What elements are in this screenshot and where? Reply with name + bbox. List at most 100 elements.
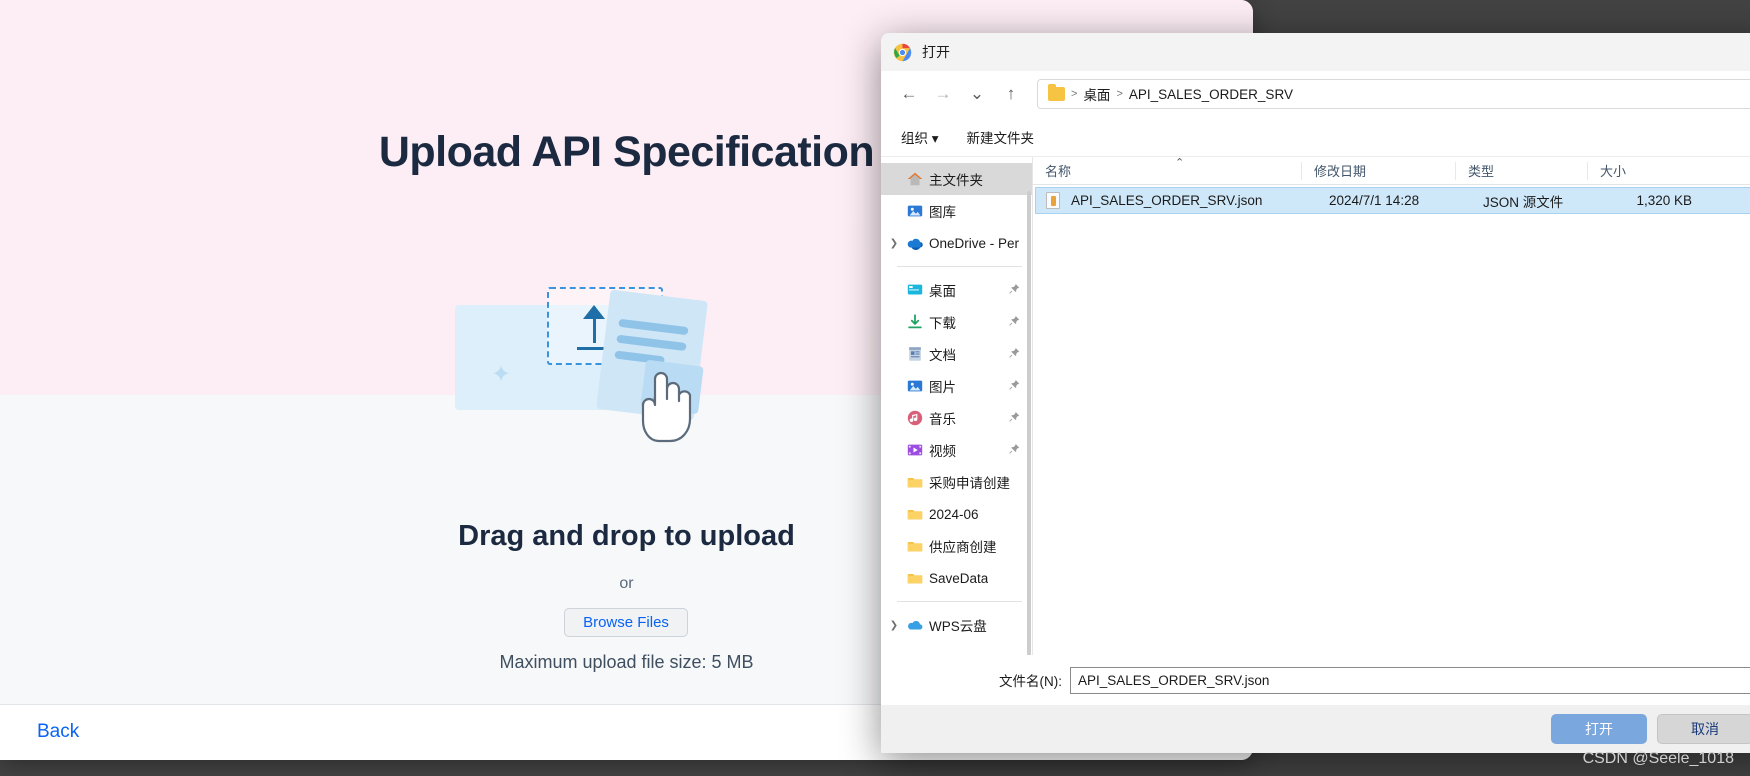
navigation-divider (897, 601, 1022, 602)
folder-icon (906, 569, 924, 587)
sidebar-item-home[interactable]: 主文件夹 (881, 163, 1032, 195)
back-link[interactable]: Back (37, 721, 79, 743)
json-file-icon (1046, 192, 1060, 209)
sidebar-item-desktop[interactable]: 桌面 (881, 274, 1032, 306)
onedrive-icon (906, 234, 924, 252)
folder-icon (906, 537, 924, 555)
sidebar-item-onedrive[interactable]: ❯ OneDrive - Per (881, 227, 1032, 259)
sidebar-item-label: 图片 (929, 380, 956, 395)
dialog-action-buttons: 打开 取消 (881, 705, 1750, 753)
music-icon (906, 409, 924, 427)
breadcrumb-separator: > (1116, 88, 1123, 100)
file-open-dialog: 打开 ← → ⌄ ↑ > 桌面 > API_SALES_ORDER_SRV 组织… (881, 33, 1750, 753)
file-list-row[interactable]: API_SALES_ORDER_SRV.json 2024/7/1 14:28 JS… (1035, 187, 1750, 214)
sidebar-item-label: WPS云盘 (929, 619, 987, 634)
sidebar-item-label: 音乐 (929, 412, 956, 427)
folder-icon (906, 505, 924, 523)
file-list-column-headers: 名称 修改日期 类型 大小 ⌃ (1033, 157, 1750, 185)
pin-icon[interactable] (1008, 411, 1020, 426)
pin-icon[interactable] (1008, 347, 1020, 362)
sidebar-item-folder[interactable]: 供应商创建 (881, 530, 1032, 562)
dialog-body: 主文件夹图库 ❯ OneDrive - Per 桌面下载文档图片音乐视频采购申请创建 2… (881, 157, 1750, 705)
organize-label: 组织 (901, 130, 928, 146)
dialog-navbar: ← → ⌄ ↑ > 桌面 > API_SALES_ORDER_SRV (881, 71, 1750, 117)
navigation-divider (897, 266, 1022, 267)
download-icon (906, 313, 924, 331)
sparkle-icon: ✦ (491, 361, 512, 388)
sidebar-item-label: 文档 (929, 348, 956, 363)
sidebar-item-label: 主文件夹 (929, 173, 983, 188)
file-size-cell: 1,320 KB (1636, 193, 1692, 208)
chevron-down-icon: ▾ (931, 130, 939, 146)
up-one-level-button[interactable]: ↑ (995, 78, 1027, 110)
chevron-right-icon[interactable]: ❯ (887, 620, 901, 631)
navigation-pane: 主文件夹图库 ❯ OneDrive - Per 桌面下载文档图片音乐视频采购申请创建 2… (881, 157, 1033, 705)
breadcrumb-separator: > (1071, 88, 1078, 100)
sidebar-item-download[interactable]: 下载 (881, 306, 1032, 338)
file-list-pane: 名称 修改日期 类型 大小 ⌃ API_SALES_ORDER_SRV.json… (1033, 157, 1750, 705)
organize-button[interactable]: 组织 ▾ (901, 127, 939, 147)
filename-label: 文件名(N): (999, 674, 1062, 689)
chevron-right-icon[interactable]: ❯ (887, 238, 901, 249)
documents-icon (906, 345, 924, 363)
new-folder-button[interactable]: 新建文件夹 (967, 127, 1035, 147)
gallery-icon (906, 202, 924, 220)
column-header-modified[interactable]: 修改日期 (1301, 161, 1455, 180)
wps-cloud-icon (906, 616, 924, 634)
folder-icon (1048, 84, 1065, 101)
sidebar-item-label: SaveData (929, 570, 989, 586)
filename-row: 文件名(N): (881, 655, 1750, 705)
forward-navigation-button[interactable]: → (927, 78, 959, 110)
sidebar-item-folder[interactable]: 2024-06 (881, 498, 1032, 530)
upload-arrow-shaft (593, 307, 596, 343)
sidebar-item-label: 桌面 (929, 284, 956, 299)
address-breadcrumb-bar[interactable]: > 桌面 > API_SALES_ORDER_SRV (1037, 79, 1750, 109)
navigation-pane-scrollbar[interactable] (1027, 191, 1031, 671)
breadcrumb-item-0[interactable]: 桌面 (1083, 84, 1110, 104)
sidebar-item-pictures[interactable]: 图片 (881, 370, 1032, 402)
sort-ascending-icon: ⌃ (1175, 157, 1185, 169)
sidebar-item-folder[interactable]: SaveData (881, 562, 1032, 594)
column-header-size[interactable]: 大小 (1587, 161, 1687, 180)
sidebar-item-folder[interactable]: 采购申请创建 (881, 466, 1032, 498)
upload-illustration: ✦ (455, 285, 775, 460)
open-button[interactable]: 打开 (1551, 714, 1647, 744)
sidebar-item-gallery[interactable]: 图库 (881, 195, 1032, 227)
pin-icon[interactable] (1008, 315, 1020, 330)
sidebar-item-documents[interactable]: 文档 (881, 338, 1032, 370)
cancel-button[interactable]: 取消 (1657, 714, 1750, 744)
breadcrumb-item-1[interactable]: API_SALES_ORDER_SRV (1129, 87, 1293, 102)
sidebar-item-label: 图库 (929, 205, 956, 220)
sidebar-item-label: 下载 (929, 316, 956, 331)
chrome-icon (893, 43, 912, 62)
dialog-title: 打开 (922, 44, 950, 60)
home-icon (906, 170, 924, 188)
sidebar-item-label: 供应商创建 (929, 540, 997, 555)
sidebar-item-label: 2024-06 (929, 506, 979, 522)
sidebar-item-label: OneDrive - Per (929, 235, 1020, 251)
file-name-cell: API_SALES_ORDER_SRV.json (1071, 193, 1263, 208)
dialog-command-bar: 组织 ▾ 新建文件夹 (881, 117, 1750, 157)
watermark: CSDN @Seele_1018 (1582, 750, 1734, 767)
pin-icon[interactable] (1008, 443, 1020, 458)
sidebar-item-label: 视频 (929, 444, 956, 459)
dialog-titlebar: 打开 (881, 33, 1750, 71)
desktop-icon (906, 281, 924, 299)
sidebar-item-videos[interactable]: 视频 (881, 434, 1032, 466)
browse-files-button[interactable]: Browse Files (564, 608, 688, 637)
file-modified-cell: 2024/7/1 14:28 (1329, 193, 1420, 208)
back-navigation-button[interactable]: ← (893, 78, 925, 110)
sidebar-item-label: 采购申请创建 (929, 476, 1010, 491)
column-header-type[interactable]: 类型 (1455, 161, 1587, 180)
file-type-cell: JSON 源文件 (1483, 194, 1564, 210)
recent-locations-chevron-down-icon[interactable]: ⌄ (961, 78, 993, 110)
filename-input[interactable] (1070, 666, 1750, 694)
pictures-icon (906, 377, 924, 395)
videos-icon (906, 441, 924, 459)
sidebar-item-wps-cloud[interactable]: ❯ WPS云盘 (881, 609, 1032, 641)
folder-icon (906, 473, 924, 491)
pin-icon[interactable] (1008, 283, 1020, 298)
sidebar-item-music[interactable]: 音乐 (881, 402, 1032, 434)
pin-icon[interactable] (1008, 379, 1020, 394)
column-header-name[interactable]: 名称 (1033, 162, 1301, 180)
